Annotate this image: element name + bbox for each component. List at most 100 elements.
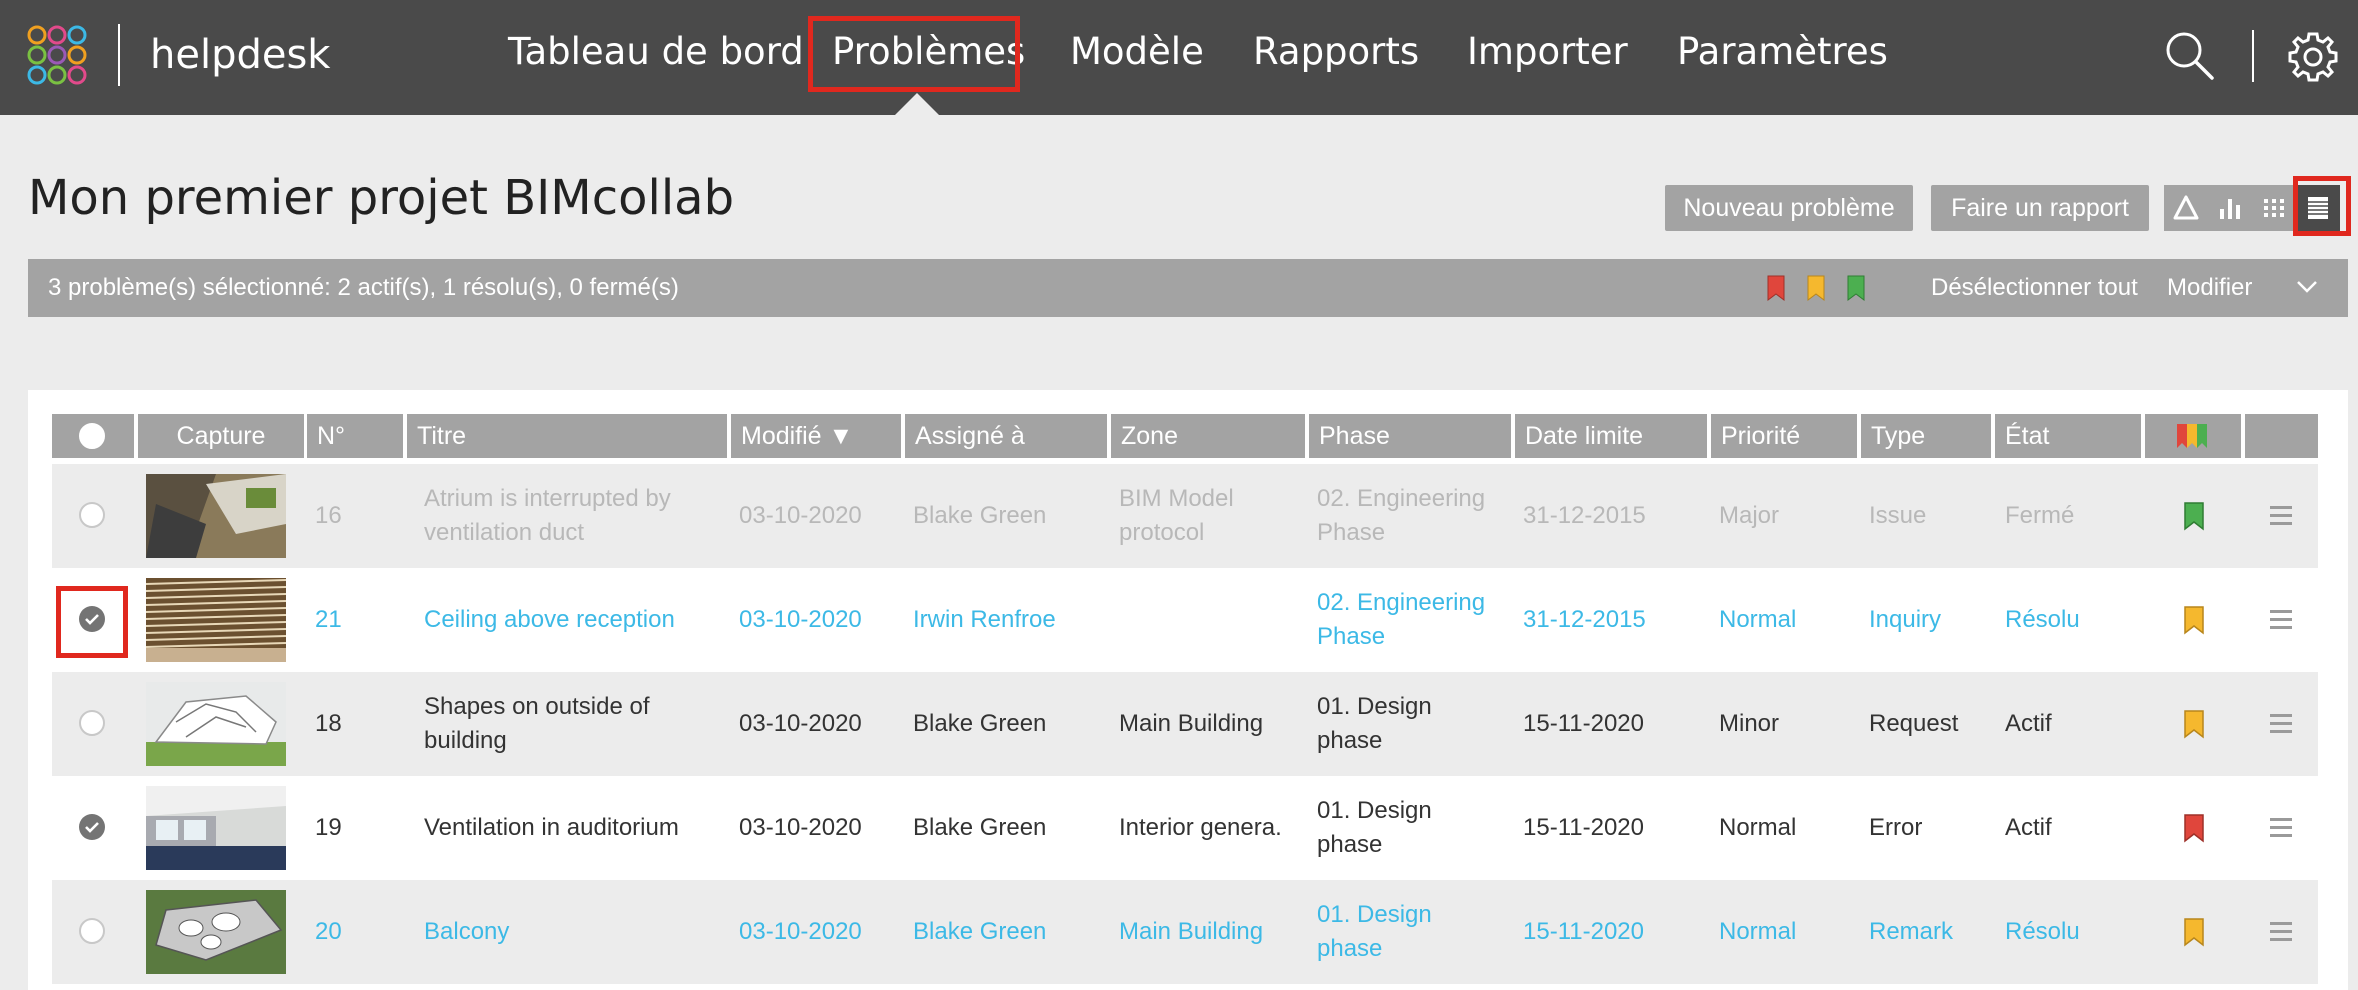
issue-deadline: 31-12-2015 [1523, 499, 1646, 533]
issue-modified-line: 03-10-2020 [739, 814, 862, 841]
active-nav-caret [895, 93, 939, 115]
view-chart-button[interactable] [2208, 185, 2252, 231]
app-logo[interactable] [24, 22, 90, 88]
header-modified[interactable]: Modifié ▼ [731, 414, 901, 458]
header-zone[interactable]: Zone [1111, 414, 1305, 458]
row-select-radio[interactable] [79, 710, 105, 736]
issue-title-line: ventilation duct [424, 519, 585, 546]
nav-reports[interactable]: Rapports [1253, 28, 1419, 76]
table-row[interactable]: 18 Shapes on outside of building 03-10-2020… [52, 672, 2318, 776]
chevron-down-icon[interactable] [2296, 279, 2318, 295]
header-number[interactable]: N° [307, 414, 403, 458]
green-flag-icon[interactable] [2183, 501, 2205, 531]
header-status[interactable]: État [1995, 414, 2141, 458]
issue-number-line: 18 [315, 710, 342, 737]
yellow-flag-icon[interactable] [2183, 605, 2205, 635]
yellow-flag-icon[interactable] [2183, 709, 2205, 739]
issue-priority: Major [1719, 499, 1779, 533]
row-menu-icon[interactable] [2270, 506, 2292, 530]
issue-status-line: Résolu [2005, 606, 2080, 633]
select-all-radio[interactable] [79, 423, 105, 449]
row-select-radio[interactable] [79, 606, 105, 632]
header-phase[interactable]: Phase [1309, 414, 1511, 458]
create-report-button[interactable]: Faire un rapport [1931, 185, 2149, 231]
issue-phase-line: Phase [1317, 623, 1386, 650]
multi-flag-icon [2177, 424, 2207, 448]
header-flag[interactable] [2145, 414, 2241, 458]
issue-thumbnail[interactable] [146, 682, 286, 766]
gear-icon[interactable] [2286, 30, 2340, 84]
header-capture[interactable]: Capture [138, 414, 304, 458]
issue-title-line: Ventilation in auditorium [424, 814, 679, 841]
issue-title-line: building [424, 727, 507, 754]
issue-thumbnail[interactable] [146, 578, 286, 662]
view-warning-button[interactable] [2164, 185, 2208, 231]
issue-number: 18 [315, 707, 342, 741]
row-menu-icon[interactable] [2270, 818, 2292, 842]
header-type[interactable]: Type [1861, 414, 1991, 458]
view-grid-button[interactable] [2252, 185, 2296, 231]
logo-divider [118, 24, 120, 86]
new-issue-button[interactable]: Nouveau problème [1665, 185, 1913, 231]
nav-import[interactable]: Importer [1467, 28, 1628, 76]
issue-title[interactable]: Atrium is interrupted by ventilation duct [424, 482, 671, 550]
yellow-flag-icon[interactable] [2183, 917, 2205, 947]
issue-modified-line: 03-10-2020 [739, 502, 862, 529]
selection-bar: 3 problème(s) sélectionné: 2 actif(s), 1… [28, 259, 2348, 317]
row-menu-icon[interactable] [2270, 610, 2292, 634]
red-flag-icon[interactable] [1766, 274, 1786, 302]
issue-assignee-line: Blake Green [913, 918, 1047, 945]
nav-model[interactable]: Modèle [1070, 28, 1204, 76]
issue-type-line: Request [1869, 710, 1959, 737]
nav-settings[interactable]: Paramètres [1677, 28, 1888, 76]
issue-priority-line: Major [1719, 502, 1780, 529]
issue-number: 21 [315, 603, 342, 637]
issue-assignee: Blake Green [913, 499, 1046, 533]
issue-number-line: 16 [315, 502, 342, 529]
issue-zone-line: BIM Model [1119, 485, 1234, 512]
green-flag-icon[interactable] [1846, 274, 1866, 302]
issue-type: Issue [1869, 499, 1926, 533]
header-select-all[interactable] [52, 414, 134, 458]
issue-type: Error [1869, 811, 1922, 845]
issue-title-line: Ceiling above reception [424, 606, 675, 633]
table-row[interactable]: 20 Balcony 03-10-2020 Blake Green Main Build… [52, 880, 2318, 984]
row-select-radio[interactable] [79, 814, 105, 840]
header-deadline[interactable]: Date limite [1515, 414, 1707, 458]
issue-title[interactable]: Ceiling above reception [424, 603, 675, 637]
issue-title[interactable]: Shapes on outside of building [424, 690, 650, 758]
issue-zone: Main Building [1119, 707, 1263, 741]
table-row[interactable]: 21 Ceiling above reception 03-10-2020 Irwin… [52, 568, 2318, 672]
issue-thumbnail[interactable] [146, 890, 286, 974]
red-flag-icon[interactable] [2183, 813, 2205, 843]
table-row[interactable]: 16 Atrium is interrupted by ventilation du… [52, 464, 2318, 568]
row-select-radio[interactable] [79, 502, 105, 528]
header-title[interactable]: Titre [407, 414, 727, 458]
header-assigned[interactable]: Assigné à [905, 414, 1107, 458]
issue-number: 20 [315, 915, 342, 949]
issue-modified: 03-10-2020 [739, 707, 862, 741]
issue-thumbnail[interactable] [146, 786, 286, 870]
issue-type-line: Remark [1869, 918, 1954, 945]
search-icon[interactable] [2164, 30, 2216, 82]
issue-zone: Main Building [1119, 915, 1263, 949]
selection-summary: 3 problème(s) sélectionné: 2 actif(s), 1… [48, 274, 679, 301]
row-menu-icon[interactable] [2270, 714, 2292, 738]
issue-zone: BIM Model protocol [1119, 482, 1234, 550]
issue-title[interactable]: Balcony [424, 915, 509, 949]
row-select-radio[interactable] [79, 918, 105, 944]
issue-priority-line: Minor [1719, 710, 1780, 737]
issue-thumbnail[interactable] [146, 474, 286, 558]
issue-deadline: 15-11-2020 [1523, 811, 1644, 845]
modify-dropdown[interactable]: Modifier [2167, 274, 2252, 302]
issue-assignee: Blake Green [913, 915, 1046, 949]
issue-title[interactable]: Ventilation in auditorium [424, 811, 679, 845]
deselect-all-link[interactable]: Désélectionner tout [1931, 274, 2138, 302]
yellow-flag-icon[interactable] [1806, 274, 1826, 302]
issue-number-line: 19 [315, 814, 342, 841]
issue-number-line: 20 [315, 918, 342, 945]
table-row[interactable]: 19 Ventilation in auditorium 03-10-2020 Bla… [52, 776, 2318, 880]
header-priority[interactable]: Priorité [1711, 414, 1857, 458]
nav-dashboard[interactable]: Tableau de bord [508, 28, 804, 76]
row-menu-icon[interactable] [2270, 922, 2292, 946]
